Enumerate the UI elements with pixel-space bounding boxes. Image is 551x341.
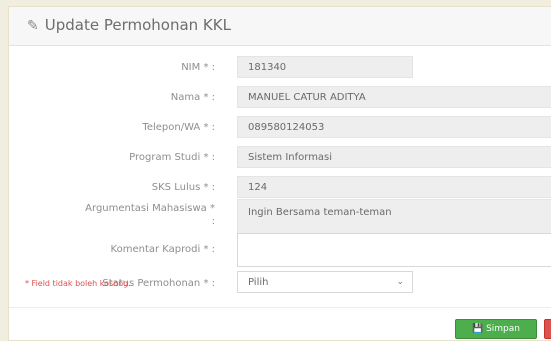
status-select[interactable]: Pilih ⌄ (237, 271, 413, 293)
telepon-label: Telepon/WA * : (142, 122, 215, 133)
edit-icon: ✎ (27, 18, 39, 34)
panel-title-text: Update Permohonan KKL (44, 16, 231, 34)
nim-label: NIM * : (181, 62, 215, 73)
argumentasi-label-text: Argumentasi Mahasiswa * (85, 203, 215, 214)
sks-label: SKS Lulus * : (151, 182, 215, 193)
komentar-input[interactable] (237, 233, 551, 267)
save-icon: 💾 (471, 324, 484, 334)
prodi-label: Program Studi * : (129, 152, 215, 163)
nim-field: 181340 (237, 56, 413, 78)
nama-field: MANUEL CATUR ADITYA (237, 86, 551, 108)
panel-header: ✎ Update Permohonan KKL (9, 7, 551, 46)
save-button[interactable]: 💾 Simpan (455, 319, 537, 339)
panel-title: ✎ Update Permohonan KKL (27, 16, 231, 34)
sks-field: 124 (237, 176, 551, 198)
prodi-field: Sistem Informasi (237, 146, 551, 168)
status-select-value: Pilih (248, 277, 269, 288)
required-note: * Field tidak boleh kosong. (25, 279, 131, 288)
nama-label: Nama * : (170, 92, 215, 103)
komentar-label: Komentar Kaprodi * : (110, 244, 215, 255)
save-button-label: Simpan (486, 324, 520, 334)
argumentasi-label: Argumentasi Mahasiswa * : (25, 202, 215, 228)
telepon-field: 089580124053 (237, 116, 551, 138)
chevron-down-icon: ⌄ (396, 277, 404, 287)
argumentasi-label-colon: : (211, 216, 215, 227)
footer-divider (9, 307, 551, 308)
cancel-button[interactable] (544, 319, 551, 339)
update-form-panel: ✎ Update Permohonan KKL NIM * : 181340 Na… (8, 6, 551, 341)
